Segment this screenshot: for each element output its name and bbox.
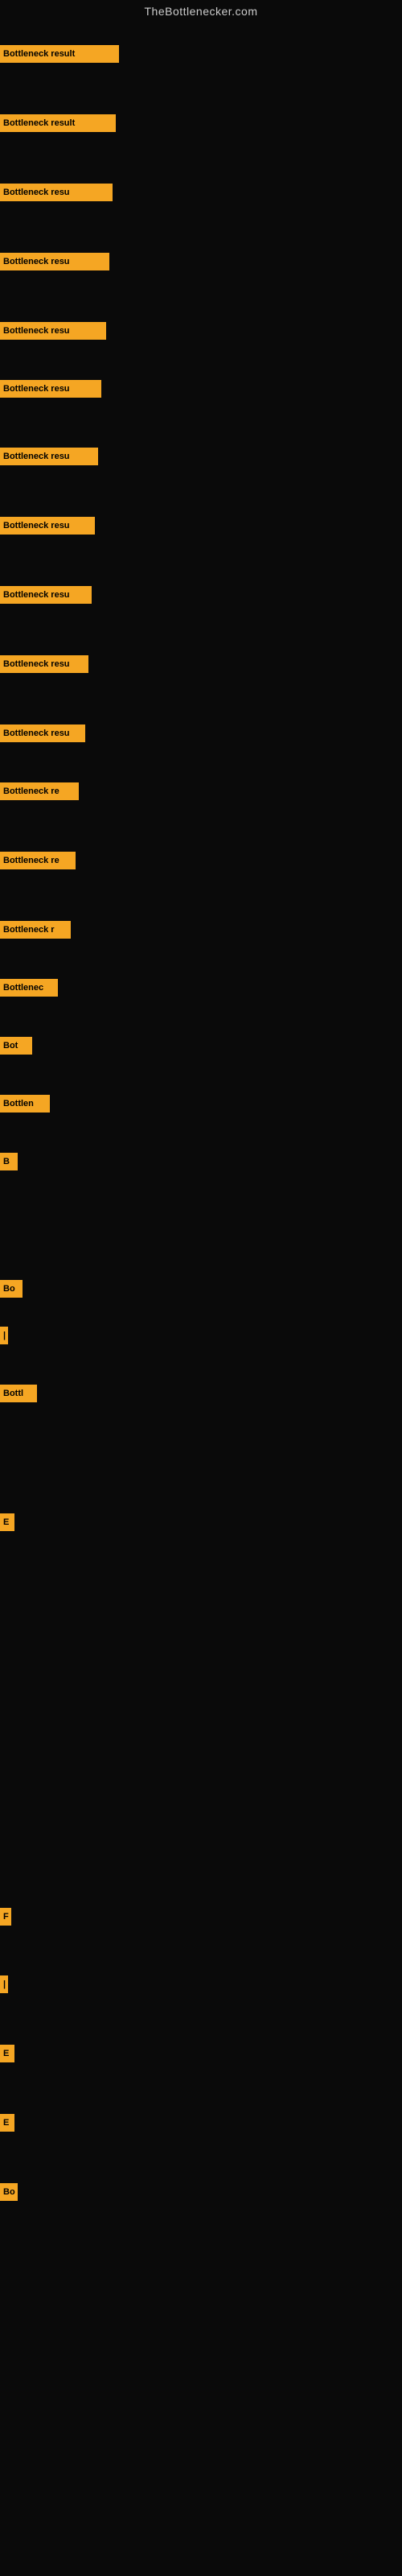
bottleneck-bar-19: |	[0, 1327, 8, 1344]
bottleneck-bar-24: E	[0, 2045, 14, 2062]
bottleneck-bar-0: Bottleneck result	[0, 45, 119, 63]
bottleneck-bar-9: Bottleneck resu	[0, 655, 88, 673]
bottleneck-bar-20: Bottl	[0, 1385, 37, 1402]
bottleneck-bar-26: Bo	[0, 2183, 18, 2201]
bottleneck-bar-18: Bo	[0, 1280, 23, 1298]
bottleneck-bar-1: Bottleneck result	[0, 114, 116, 132]
bottleneck-bar-14: Bottlenec	[0, 979, 58, 997]
bottleneck-bar-13: Bottleneck r	[0, 921, 71, 939]
bottleneck-bar-8: Bottleneck resu	[0, 586, 92, 604]
bottleneck-bar-16: Bottlen	[0, 1095, 50, 1113]
bottleneck-bar-23: |	[0, 1975, 8, 1993]
bottleneck-bar-2: Bottleneck resu	[0, 184, 113, 201]
bottleneck-bar-5: Bottleneck resu	[0, 380, 101, 398]
bottleneck-bar-6: Bottleneck resu	[0, 448, 98, 465]
bottleneck-bar-15: Bot	[0, 1037, 32, 1055]
bottleneck-bar-12: Bottleneck re	[0, 852, 76, 869]
bottleneck-bar-11: Bottleneck re	[0, 782, 79, 800]
bottleneck-bar-3: Bottleneck resu	[0, 253, 109, 270]
bottleneck-bar-21: E	[0, 1513, 14, 1531]
bottleneck-bar-10: Bottleneck resu	[0, 724, 85, 742]
bottleneck-bar-17: B	[0, 1153, 18, 1170]
bottleneck-bar-25: E	[0, 2114, 14, 2132]
bottleneck-bar-7: Bottleneck resu	[0, 517, 95, 535]
bottleneck-bar-4: Bottleneck resu	[0, 322, 106, 340]
bottleneck-bar-22: F	[0, 1908, 11, 1926]
